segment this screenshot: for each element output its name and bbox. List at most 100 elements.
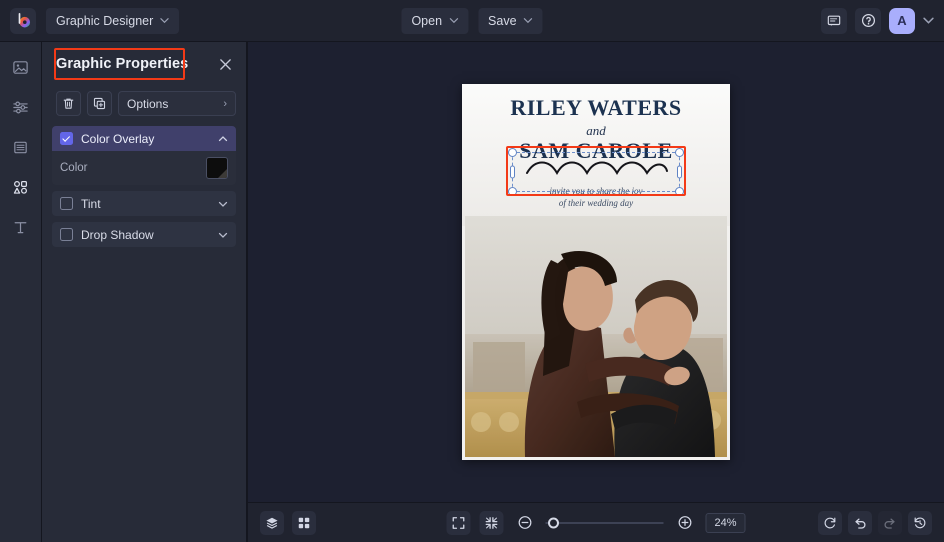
chevron-down-icon — [160, 16, 169, 25]
options-label: Options — [127, 97, 168, 111]
resize-handle-right[interactable] — [677, 166, 682, 179]
canvas-viewport[interactable]: RILEY WATERS and SAM CAROLE invite you t… — [248, 42, 944, 502]
page-title: Graphic Properties — [56, 56, 188, 72]
panel-toolbar: Options › — [42, 86, 246, 126]
chevron-down-icon[interactable] — [218, 199, 228, 209]
colorwheel-logo-icon[interactable] — [10, 8, 36, 34]
sidebar-item-image[interactable] — [6, 52, 36, 82]
layers-button[interactable] — [260, 511, 284, 535]
effect-tint-header[interactable]: Tint — [52, 191, 236, 216]
trash-icon — [62, 97, 75, 110]
close-panel-button[interactable] — [216, 55, 234, 73]
canvas-area: RILEY WATERS and SAM CAROLE invite you t… — [247, 42, 944, 542]
options-button[interactable]: Options › — [118, 91, 236, 116]
zoom-level-input[interactable]: 24% — [706, 513, 746, 533]
color-swatch[interactable] — [206, 157, 228, 179]
undo-icon — [853, 516, 867, 530]
effects-list: Color Overlay Color Tint — [42, 126, 246, 247]
chevron-right-icon: › — [223, 98, 227, 110]
fit-screen-button[interactable] — [447, 511, 471, 535]
resize-handle-bottom-left[interactable] — [508, 187, 517, 196]
close-icon — [219, 58, 232, 71]
account-menu-chevron-down-icon[interactable] — [923, 15, 934, 26]
color-overlay-body: Color — [52, 151, 236, 185]
resize-handle-bottom-right[interactable] — [675, 187, 684, 196]
redo-icon — [883, 516, 897, 530]
text-icon — [12, 219, 29, 236]
zoom-in-icon — [677, 515, 692, 530]
history-icon — [913, 516, 927, 530]
tint-checkbox[interactable] — [60, 197, 73, 210]
help-icon — [861, 13, 876, 28]
panel-header: Graphic Properties — [42, 42, 246, 86]
delete-button[interactable] — [56, 91, 81, 116]
resize-handle-top-right[interactable] — [675, 148, 684, 157]
workspace-label: Graphic Designer — [56, 14, 153, 28]
avatar[interactable]: A — [889, 8, 915, 34]
open-label: Open — [411, 14, 442, 28]
zoom-controls: 24% — [447, 511, 746, 535]
sidebar-item-adjustments[interactable] — [6, 92, 36, 122]
selection-bounding-box[interactable] — [512, 152, 680, 192]
workspace-switcher[interactable]: Graphic Designer — [46, 8, 179, 34]
poster-document[interactable]: RILEY WATERS and SAM CAROLE invite you t… — [462, 84, 730, 460]
zoom-slider[interactable] — [546, 522, 664, 524]
file-actions: Open Save — [401, 8, 542, 34]
save-button[interactable]: Save — [478, 8, 543, 34]
zoom-in-button[interactable] — [673, 511, 697, 535]
color-overlay-checkbox[interactable] — [60, 132, 73, 145]
image-icon — [12, 59, 29, 76]
effect-drop-shadow-header[interactable]: Drop Shadow — [52, 222, 236, 247]
effect-label: Color Overlay — [81, 132, 154, 146]
redo-button[interactable] — [878, 511, 902, 535]
resize-handle-top-left[interactable] — [508, 148, 517, 157]
app-root: Graphic Designer Open Save — [0, 0, 944, 542]
grid-icon — [297, 516, 311, 530]
poster-name-1[interactable]: RILEY WATERS — [462, 84, 730, 119]
drop-shadow-checkbox[interactable] — [60, 228, 73, 241]
bottom-toolbar: 24% — [248, 502, 944, 542]
layers-icon — [265, 516, 279, 530]
comment-button[interactable] — [821, 8, 847, 34]
shrink-to-fit-button[interactable] — [480, 511, 504, 535]
save-label: Save — [488, 14, 517, 28]
chevron-down-icon — [524, 16, 533, 25]
zoom-out-icon — [517, 515, 532, 530]
top-toolbar: Graphic Designer Open Save — [0, 0, 944, 42]
app-body: Graphic Properties — [0, 42, 944, 542]
chevron-down-icon[interactable] — [218, 230, 228, 240]
history-button[interactable] — [908, 511, 932, 535]
help-button[interactable] — [855, 8, 881, 34]
effect-tint: Tint — [52, 191, 236, 216]
duplicate-icon — [93, 97, 106, 110]
effect-label: Tint — [81, 197, 101, 211]
graphic-properties-panel: Graphic Properties — [42, 42, 247, 542]
sidebar-item-graphics[interactable] — [6, 172, 36, 202]
sidebar-item-layers[interactable] — [6, 132, 36, 162]
poster-conjunction[interactable]: and — [462, 119, 730, 137]
reset-icon — [823, 516, 837, 530]
effect-color-overlay: Color Overlay Color — [52, 126, 236, 185]
grid-view-button[interactable] — [292, 511, 316, 535]
shrink-to-fit-icon — [485, 516, 499, 530]
chevron-down-icon — [449, 16, 458, 25]
zoom-slider-handle[interactable] — [548, 517, 559, 528]
sliders-icon — [12, 99, 29, 116]
chevron-up-icon[interactable] — [218, 134, 228, 144]
effect-label: Drop Shadow — [81, 228, 154, 242]
sidebar-item-text[interactable] — [6, 212, 36, 242]
invite-line-2: of their wedding day — [462, 197, 730, 209]
shapes-icon — [12, 179, 29, 196]
zoom-out-button[interactable] — [513, 511, 537, 535]
open-button[interactable]: Open — [401, 8, 468, 34]
couple-embracing-photo[interactable] — [465, 216, 727, 457]
document-icon — [12, 139, 29, 156]
duplicate-button[interactable] — [87, 91, 112, 116]
undo-button[interactable] — [848, 511, 872, 535]
color-field-label: Color — [60, 162, 87, 174]
reset-button[interactable] — [818, 511, 842, 535]
avatar-initial: A — [897, 13, 906, 28]
resize-handle-left[interactable] — [510, 166, 515, 179]
effect-color-overlay-header[interactable]: Color Overlay — [52, 126, 236, 151]
tool-rail — [0, 42, 42, 542]
